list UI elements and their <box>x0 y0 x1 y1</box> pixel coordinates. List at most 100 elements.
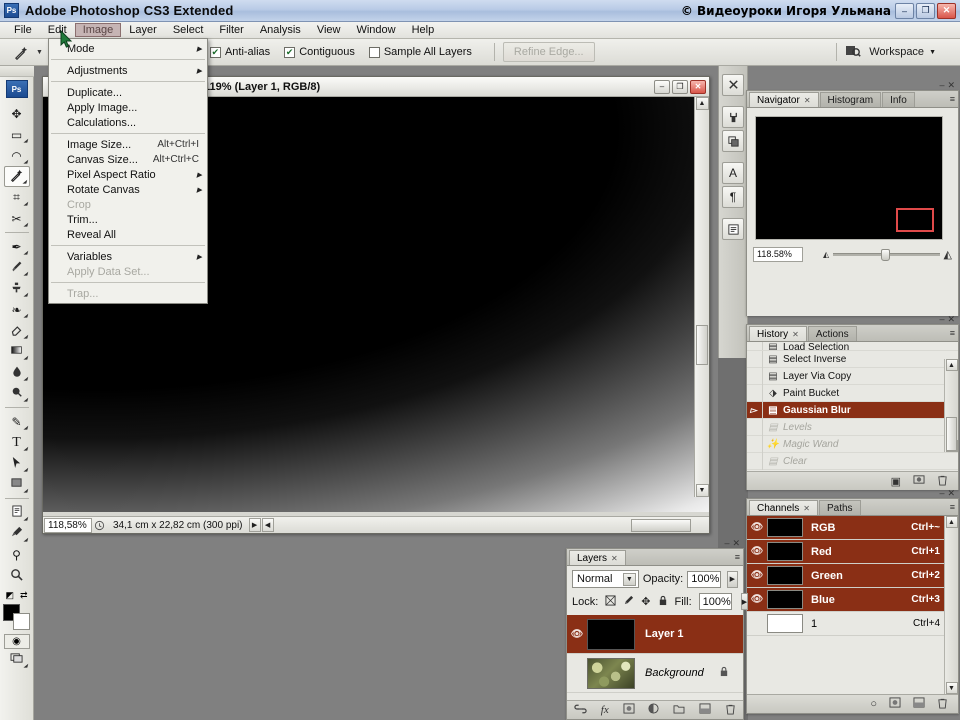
document-close-button[interactable]: ✕ <box>690 79 706 94</box>
tab-paths[interactable]: Paths <box>818 500 861 515</box>
visibility-eye-icon[interactable]: 👁 <box>567 629 587 640</box>
opacity-stepper[interactable]: ▶ <box>726 570 738 588</box>
tool-healing-brush[interactable]: ✒ ◢ <box>4 236 30 257</box>
panel-close-icon[interactable]: ✕ <box>947 80 955 91</box>
tool-move[interactable]: ✥ <box>4 103 30 124</box>
navigator-view-box[interactable] <box>896 208 934 232</box>
bridge-icon[interactable] <box>845 44 861 61</box>
create-document-from-state-icon[interactable]: ▣ <box>891 475 901 488</box>
menu-item-trim[interactable]: Trim... <box>49 212 207 227</box>
anti-alias-checkbox-box[interactable]: ✔ <box>209 46 221 58</box>
sample-all-layers-checkbox-box[interactable] <box>368 46 380 58</box>
tool-zoom[interactable] <box>4 565 30 586</box>
layer-row[interactable]: Background <box>567 654 743 693</box>
close-icon[interactable]: ✕ <box>611 554 618 563</box>
navigator-thumbnail-area[interactable] <box>747 108 958 244</box>
screen-mode-icon[interactable]: ◢ <box>4 649 30 670</box>
layer-mask-icon[interactable] <box>623 703 635 717</box>
tool-lasso[interactable]: ◠ ◢ <box>4 145 30 166</box>
tab-layers[interactable]: Layers ✕ <box>569 550 626 565</box>
menu-analysis[interactable]: Analysis <box>252 23 309 37</box>
new-group-icon[interactable] <box>673 704 685 717</box>
contiguous-checkbox-box[interactable]: ✔ <box>284 46 296 58</box>
navigator-zoom-field[interactable]: 118.58% <box>753 246 803 262</box>
history-gutter[interactable] <box>747 367 763 385</box>
channels-scrollbar[interactable]: ▲ ▼ <box>944 516 958 694</box>
zoom-slider-track[interactable] <box>833 248 940 261</box>
tool-preset-caret-icon[interactable]: ▼ <box>36 49 43 56</box>
adjustment-layer-icon[interactable] <box>648 703 659 717</box>
default-colors-icon[interactable]: ◩ <box>5 590 14 601</box>
scroll-up-button[interactable]: ▲ <box>695 97 709 110</box>
history-gutter[interactable]: ▻ <box>747 401 763 419</box>
menu-item-apply-image[interactable]: Apply Image... <box>49 100 207 115</box>
history-item[interactable]: ▤ Levels <box>747 418 958 436</box>
menu-file[interactable]: File <box>6 23 40 37</box>
checkbox-sample-all-layers[interactable]: Sample All Layers <box>368 46 472 58</box>
history-list[interactable]: ▤ Load Selection ▤ Select Inverse ▤ Laye… <box>747 342 958 471</box>
panel-minimize-icon[interactable]: – <box>724 538 729 549</box>
panel-close-icon[interactable]: ✕ <box>947 488 955 499</box>
delete-channel-icon[interactable] <box>937 697 948 712</box>
panel-close-icon[interactable]: ✕ <box>947 314 955 325</box>
status-expand-button[interactable]: ▶ <box>248 518 261 532</box>
visibility-eye-icon[interactable]: 👁 <box>747 594 767 605</box>
tool-blur[interactable]: ◢ <box>4 362 30 383</box>
history-scroll-thumb[interactable] <box>946 417 957 451</box>
navigator-thumbnail[interactable] <box>755 116 943 240</box>
create-new-snapshot-icon[interactable] <box>913 474 925 488</box>
zoom-in-icon[interactable]: ◭ <box>944 248 952 261</box>
panel-minimize-icon[interactable]: – <box>939 488 944 499</box>
link-layers-icon[interactable] <box>574 704 587 717</box>
menu-item-image-size[interactable]: Image Size... Alt+Ctrl+I <box>49 137 207 152</box>
layer-thumbnail[interactable] <box>587 657 635 689</box>
history-item-selected[interactable]: ▻ ▤ Gaussian Blur <box>747 401 958 419</box>
clone-source-icon[interactable] <box>722 130 744 152</box>
tool-presets-icon[interactable] <box>722 74 744 96</box>
document-minimize-button[interactable]: – <box>654 79 670 94</box>
magic-wand-icon[interactable] <box>8 41 34 63</box>
menu-item-variables[interactable]: Variables ▶ <box>49 249 207 264</box>
tool-eraser[interactable]: ◢ <box>4 320 30 341</box>
menu-item-reveal-all[interactable]: Reveal All <box>49 227 207 242</box>
tool-history-brush[interactable]: ❧ ◢ <box>4 299 30 320</box>
tool-slice[interactable]: ✂ ◢ <box>4 208 30 229</box>
history-item[interactable]: ▤ Select Inverse <box>747 350 958 368</box>
status-collapse-button[interactable]: ◀ <box>261 518 274 532</box>
panel-menu-icon[interactable]: ≡ <box>950 94 955 104</box>
panel-minimize-icon[interactable]: – <box>939 80 944 91</box>
fill-stepper[interactable]: ▶ <box>740 593 749 610</box>
lock-all-icon[interactable] <box>658 595 668 609</box>
layer-thumbnail[interactable] <box>587 618 635 650</box>
tab-navigator[interactable]: Navigator ✕ <box>749 92 819 107</box>
scroll-up-button[interactable]: ▲ <box>945 516 958 528</box>
tab-channels[interactable]: Channels ✕ <box>749 500 818 515</box>
create-new-channel-icon[interactable] <box>913 697 925 711</box>
panel-close-icon[interactable]: ✕ <box>732 538 740 549</box>
tool-dodge[interactable]: ◢ <box>4 383 30 404</box>
history-item[interactable]: ▤ Layer Via Copy <box>747 367 958 385</box>
menu-item-pixel-aspect-ratio[interactable]: Pixel Aspect Ratio ▶ <box>49 167 207 182</box>
tab-actions[interactable]: Actions <box>807 326 857 341</box>
channel-row[interactable]: 👁 RGB Ctrl+~ <box>747 516 958 540</box>
history-item[interactable]: ▤ Clear <box>747 452 958 470</box>
character-icon[interactable]: A <box>722 162 744 184</box>
menu-item-canvas-size[interactable]: Canvas Size... Alt+Ctrl+C <box>49 152 207 167</box>
lock-position-icon[interactable]: ✥ <box>641 595 650 608</box>
tool-crop[interactable]: ⌗ ◢ <box>4 187 30 208</box>
history-gutter[interactable] <box>747 350 763 368</box>
horizontal-scroll-thumb[interactable] <box>631 518 691 532</box>
panel-menu-icon[interactable]: ≡ <box>950 328 955 338</box>
image-menu-dropdown[interactable]: Mode ▶ Adjustments ▶ Duplicate... Apply … <box>48 38 208 304</box>
background-color-swatch[interactable] <box>12 613 30 630</box>
zoom-slider-knob[interactable] <box>881 248 891 261</box>
delete-state-icon[interactable] <box>937 474 948 489</box>
tab-histogram[interactable]: Histogram <box>819 92 882 107</box>
restore-button[interactable]: ❐ <box>916 2 935 19</box>
paragraph-icon[interactable]: ¶ <box>722 186 744 208</box>
minimize-button[interactable]: – <box>895 2 914 19</box>
tool-pen[interactable]: ✎ ◢ <box>4 411 30 432</box>
tool-clone-stamp[interactable]: ◢ <box>4 278 30 299</box>
history-scrollbar[interactable]: ▲ ▼ <box>944 359 958 452</box>
menu-image[interactable]: Image <box>74 23 122 37</box>
